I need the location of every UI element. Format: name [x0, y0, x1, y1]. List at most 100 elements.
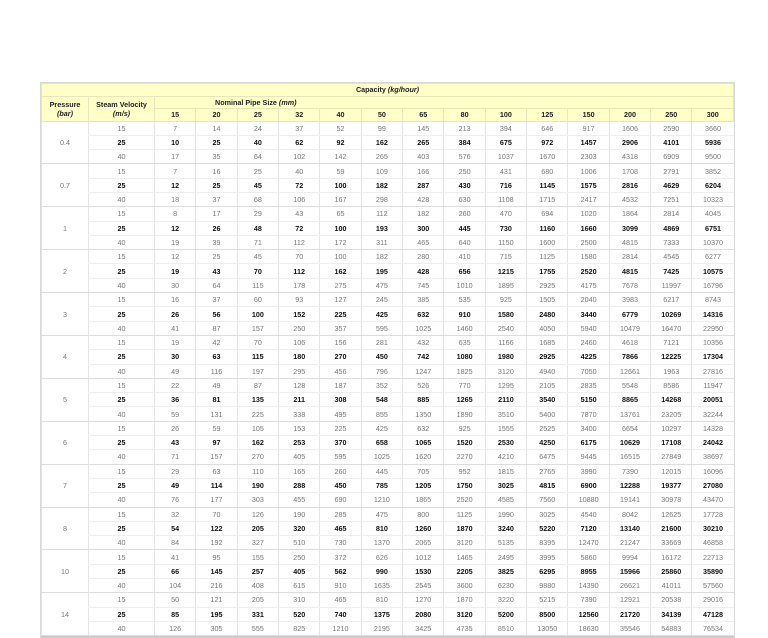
capacity-cell: 104	[153, 578, 196, 594]
capacity-cell: 3400	[567, 421, 610, 437]
capacity-cell: 327	[236, 535, 279, 551]
capacity-cell: 45	[236, 249, 279, 265]
capacity-cell: 632	[402, 306, 444, 322]
capacity-cell: 56	[195, 306, 238, 322]
capacity-cell: 9500	[691, 149, 734, 165]
capacity-cell: 3660	[691, 121, 734, 136]
capacity-cell: 338	[278, 406, 320, 422]
capacity-cell: 70	[236, 335, 279, 351]
capacity-cell: 2925	[526, 349, 568, 365]
capacity-cell: 1620	[402, 449, 444, 465]
capacity-cell: 855	[360, 406, 403, 422]
capacity-cell: 4869	[650, 221, 692, 236]
capacity-cell: 72	[278, 178, 320, 193]
velocity-cell: 15	[88, 335, 155, 351]
capacity-cell: 690	[319, 492, 362, 508]
capacity-cell: 800	[402, 507, 444, 522]
pressure-cell: 0.4	[41, 121, 89, 165]
capacity-cell: 12	[153, 249, 196, 265]
pressure-cell: 2	[41, 249, 89, 294]
capacity-cell: 742	[402, 349, 444, 365]
capacity-cell: 65	[319, 206, 362, 222]
capacity-cell: 1755	[526, 263, 568, 279]
capacity-cell: 3983	[608, 292, 651, 308]
capacity-cell: 54883	[650, 621, 692, 637]
pressure-cell: 10	[41, 549, 89, 594]
capacity-cell: 394	[484, 121, 527, 136]
velocity-cell: 15	[88, 163, 155, 179]
capacity-cell: 29	[153, 464, 196, 479]
table-body: 0.4 15 7 14 24 37 52 99 145 213 394 646 917 1606 2590 3…	[41, 121, 734, 637]
pressure-cell: 14	[41, 592, 89, 637]
capacity-cell: 66	[153, 564, 196, 580]
table-row: 40 41 87 157 250 357 595 1025 1460 2540 4050 5940 10…	[42, 321, 734, 336]
capacity-cell: 21600	[650, 521, 692, 537]
table-row: 40 126 305 555 825 1210 2195 3425 4735 8510 13050 1…	[42, 621, 734, 637]
pressure-header: Pressure (bar)	[41, 95, 89, 122]
capacity-cell: 14328	[691, 421, 734, 437]
capacity-cell: 93	[278, 292, 320, 308]
capacity-cell: 6175	[567, 435, 610, 451]
capacity-cell: 7390	[567, 592, 610, 608]
capacity-header-row: Capacity (kg/hour)	[41, 83, 734, 97]
capacity-cell: 76	[153, 492, 196, 508]
capacity-cell: 197	[236, 364, 279, 379]
capacity-cell: 193	[360, 221, 403, 236]
capacity-cell: 1635	[360, 578, 403, 594]
capacity-cell: 8865	[608, 392, 651, 408]
velocity-cell: 15	[88, 249, 155, 265]
table-row: 25 49 114 190 288 450 785 1205 1750 3025 4815 6900 1…	[42, 478, 734, 494]
capacity-cell: 305	[195, 621, 238, 637]
table-row: 6 15 26 59 105 153 225 425 632 925 1555 2525 3400 665…	[41, 421, 734, 465]
table-row: 40 17 35 64 102 142 265 403 576 1037 1670 2303 4318 6…	[42, 149, 734, 165]
capacity-cell: 112	[278, 263, 320, 279]
capacity-cell: 470	[484, 206, 527, 222]
capacity-cell: 6204	[691, 178, 734, 193]
capacity-cell: 320	[278, 521, 320, 537]
capacity-cell: 180	[278, 349, 320, 365]
capacity-cell: 63	[195, 349, 238, 365]
velocity-cell: 40	[88, 321, 155, 336]
capacity-cell: 2525	[526, 421, 568, 437]
capacity-cell: 7866	[608, 349, 651, 365]
capacity-cell: 1080	[443, 349, 486, 365]
velocity-cell: 25	[88, 521, 155, 537]
capacity-cell: 100	[236, 306, 279, 322]
capacity-cell: 95	[195, 549, 238, 565]
capacity-cell: 2040	[567, 292, 610, 308]
capacity-cell: 114	[195, 478, 238, 494]
velocity-cell: 25	[88, 263, 155, 279]
capacity-cell: 576	[443, 149, 486, 165]
capacity-cell: 1210	[360, 492, 403, 508]
capacity-cell: 1685	[526, 335, 568, 351]
capacity-cell: 257	[236, 564, 279, 580]
capacity-cell: 2814	[650, 206, 692, 222]
table-row: 40 18 37 68 106 167 298 428 630 1108 1715 2417 4532 7…	[42, 192, 734, 208]
table-row: 25 85 195 331 520 740 1375 2080 3120 5200 8500 1256…	[42, 607, 734, 622]
capacity-cell: 1037	[484, 149, 527, 165]
capacity-cell: 1205	[402, 478, 444, 494]
table-row: 8 15 32 70 126 190 285 475 800 1125 1990 3025 4540 80…	[41, 507, 734, 551]
capacity-cell: 8500	[526, 607, 568, 622]
capacity-cell: 97	[195, 435, 238, 451]
capacity-cell: 62	[278, 135, 320, 151]
table-row: 1 15 8 17 29 43 65 112 182 260 470 694 1020 1864 2814 4…	[41, 206, 734, 251]
capacity-cell: 19	[153, 335, 196, 351]
capacity-cell: 12015	[650, 464, 692, 479]
pipe-size-header: 25	[236, 108, 280, 122]
capacity-cell: 49	[153, 364, 196, 379]
capacity-cell: 25	[195, 135, 238, 151]
capacity-cell: 37	[195, 292, 238, 308]
capacity-cell: 245	[360, 292, 403, 308]
capacity-cell: 182	[402, 206, 444, 222]
capacity-cell: 5548	[608, 378, 651, 394]
capacity-cell: 6230	[484, 578, 527, 594]
capacity-cell: 270	[319, 349, 362, 365]
table-row: 25 26 56 100 152 225 425 632 910 1580 2480 3440 6779…	[42, 306, 734, 322]
capacity-cell: 595	[360, 321, 403, 336]
capacity-cell: 135	[236, 392, 279, 408]
capacity-cell: 520	[278, 607, 320, 622]
capacity-cell: 1265	[443, 392, 486, 408]
capacity-cell: 63	[195, 464, 238, 479]
capacity-cell: 287	[402, 178, 444, 193]
